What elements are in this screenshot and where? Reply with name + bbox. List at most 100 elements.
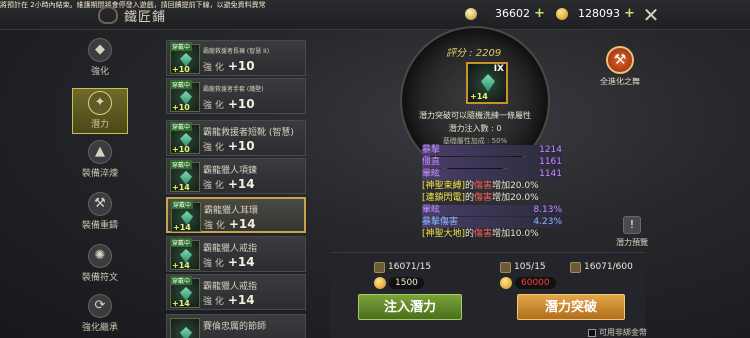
gold-amount: 128093	[578, 7, 620, 20]
item-level: +10	[172, 145, 190, 154]
score: 評分 : 2209	[446, 44, 501, 59]
gold-currency: 128093 +	[556, 6, 635, 21]
value-number: +14	[227, 177, 255, 191]
list-item[interactable]: 穿戴中 +14 霸龍獵人戒指 強 化 +14	[166, 274, 306, 310]
silver-coin-icon	[465, 7, 477, 20]
effect-row: [神聖大地]的傷害增加10.0%	[422, 229, 562, 240]
nav-enhance[interactable]: ◆ 強化	[72, 36, 128, 82]
break-gold-amount: 60000	[515, 277, 556, 289]
item-level: +10	[172, 65, 190, 74]
inject-item-cost: 16071/15	[374, 261, 431, 273]
item-thumbnail: 穿戴中 +10	[170, 122, 200, 154]
stat-value: 1141	[539, 169, 562, 179]
equipped-badge: 穿戴中	[170, 238, 193, 247]
score-label: 評分 :	[446, 48, 476, 59]
silver-currency: 36602 +	[465, 6, 545, 21]
nav-rune[interactable]: ✺ 裝備符文	[72, 242, 128, 288]
item-value: 強 化 +10	[203, 59, 255, 73]
list-item[interactable]: 穿戴中 +10 霸龍救援者長褲 (智慧 II) 強 化 +10	[166, 40, 306, 76]
gem-icon: ◆	[88, 38, 112, 62]
item-name: 霸龍獵人戒指	[203, 282, 258, 292]
hammer-icon: ⚒	[606, 46, 634, 74]
item-level: +14	[172, 183, 190, 192]
value-label: 強 化	[203, 63, 224, 73]
stat-row: 暴擊 1214	[422, 145, 562, 156]
break-item-cost-2: 16071/600	[570, 261, 633, 273]
nav-inherit[interactable]: ⟳ 強化繼承	[72, 292, 128, 338]
item-name: 霸龍獵人項鍊	[203, 166, 258, 176]
stat-row: 僵直 1161	[422, 157, 562, 168]
list-item[interactable]: 賽倫忠厲的節師	[166, 314, 306, 338]
break-item-cost-1: 105/15	[500, 261, 546, 273]
injected-count: 潛力注入數 : 0	[400, 123, 550, 134]
inject-gold-amount: 1500	[389, 277, 424, 289]
item-thumbnail: 穿戴中 +10	[170, 80, 200, 112]
stat-row: 暈眩 1141	[422, 169, 562, 180]
break-potential-button[interactable]: 潛力突破	[517, 294, 625, 320]
item-thumbnail: 穿戴中 +14	[171, 200, 201, 232]
unbound-gold-option[interactable]: 可用非綁金幣	[588, 327, 647, 338]
effect-row: [連鎖閃電]的傷害增加20.0%	[422, 193, 562, 204]
item-level: +10	[172, 103, 190, 112]
selected-equipment-slot[interactable]: IX +14	[466, 62, 508, 104]
unbound-gold-checkbox[interactable]	[588, 328, 596, 337]
nav-reforge[interactable]: ⚒ 裝備重鑄	[72, 190, 128, 236]
base-bonus-value: 50%	[491, 137, 508, 145]
item-value: 強 化 +10	[203, 97, 255, 111]
upgrade-all-button[interactable]: ⚒ 全進化之舞	[600, 46, 640, 87]
value-number: +10	[227, 59, 255, 73]
value-label: 強 化	[203, 101, 224, 111]
item-name: 霸龍救援者手套 (鐵壁)	[203, 86, 264, 93]
item-level: +14	[173, 223, 191, 232]
list-item[interactable]: 穿戴中 +14 霸龍獵人項鍊 強 化 +14	[166, 158, 306, 194]
nav-potential[interactable]: ✦ 潛力	[72, 88, 128, 134]
skill-name: [神聖大地]	[422, 229, 466, 239]
equipped-badge: 穿戴中	[170, 276, 193, 285]
rune-icon: ✺	[88, 244, 112, 268]
upgrade-all-label: 全進化之舞	[600, 77, 640, 86]
inject-potential-button[interactable]: 注入潛力	[358, 294, 462, 320]
inherit-icon: ⟳	[88, 294, 112, 318]
silver-amount: 36602	[495, 7, 530, 20]
effect-amount: 增加20.0%	[492, 193, 539, 203]
item-thumbnail: 穿戴中 +10	[170, 42, 200, 74]
list-item-selected[interactable]: 穿戴中 +14 霸龍獵人耳環 強 化 +14	[166, 197, 306, 233]
add-silver-button[interactable]: +	[534, 6, 545, 21]
list-item[interactable]: 穿戴中 +10 霸龍救援者手套 (鐵壁) 強 化 +10	[166, 78, 306, 114]
item-thumbnail: 穿戴中 +14	[170, 160, 200, 192]
equipment-list[interactable]: 穿戴中 +10 霸龍救援者長褲 (智慧 II) 強 化 +10 穿戴中 +10 霸龍救…	[166, 40, 310, 338]
item-value: 強 化 +14	[204, 217, 256, 231]
nav-label: 強化繼承	[81, 323, 118, 333]
equipped-badge: 穿戴中	[170, 42, 193, 51]
item-value: 強 化 +14	[203, 293, 255, 307]
score-value: 2209	[475, 48, 502, 59]
potential-preview-button[interactable]: ! 潛力預覽	[612, 216, 652, 248]
injected-label: 潛力注入數 :	[448, 124, 497, 133]
nav-refine[interactable]: ▲ 裝備淬煉	[72, 138, 128, 184]
skill-name: [連鎖閃電]	[422, 193, 466, 203]
list-item[interactable]: 穿戴中 +10 霸龍救援者短靴 (智慧) 強 化 +10	[166, 120, 306, 156]
value-label: 強 化	[203, 181, 224, 191]
item-name: 霸龍獵人戒指	[203, 244, 258, 254]
item-value: 強 化 +14	[203, 177, 255, 191]
stat-label: 暴擊	[422, 145, 441, 155]
skill-name: [神聖束縛]	[422, 181, 466, 191]
equipment-tier: IX	[493, 64, 504, 74]
add-gold-button[interactable]: +	[624, 6, 635, 21]
earring-icon	[481, 74, 495, 92]
break-gold-cost: 60000	[500, 277, 556, 289]
stat-value: 1214	[539, 145, 562, 155]
close-icon[interactable]: ✕	[640, 4, 662, 26]
action-panel: 16071/15 1500 105/15 16071/600 60000 注入潛…	[330, 252, 647, 338]
nav-label: 裝備重鑄	[81, 221, 118, 231]
checkbox-label: 可用非綁金幣	[599, 328, 647, 337]
list-item[interactable]: 穿戴中 +14 霸龍獵人戒指 強 化 +14	[166, 236, 306, 272]
potential-description: 潛力突破可以隨機洗練一條屬性	[419, 111, 531, 120]
item-level: +14	[172, 261, 190, 270]
equipment-level: +14	[470, 92, 488, 101]
material-icon	[500, 261, 511, 273]
stat-value: 1161	[539, 157, 562, 167]
equipped-badge: 穿戴中	[171, 200, 194, 209]
effect-connector: 的	[465, 229, 475, 239]
item-value: 強 化 +10	[203, 139, 255, 153]
